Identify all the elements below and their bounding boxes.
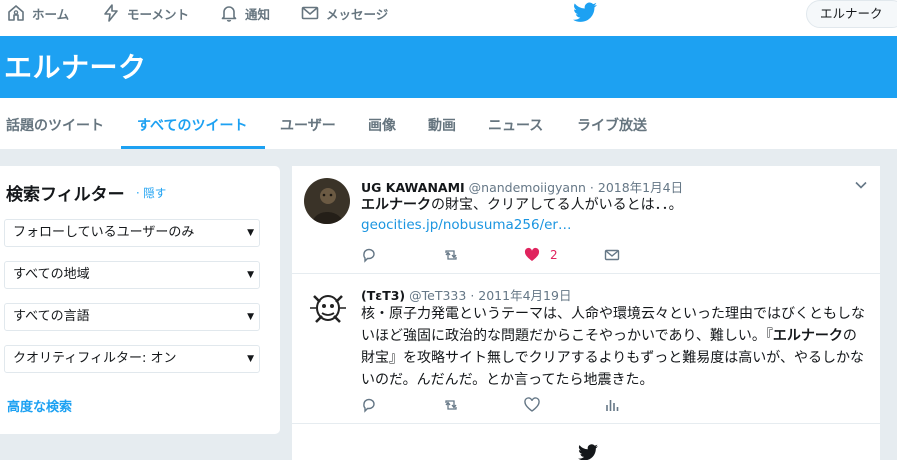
retweet-button[interactable] [443,397,459,413]
advanced-search-link[interactable]: 高度な検索 [7,396,72,415]
like-button[interactable] [524,397,540,413]
tweet-text-part: の [842,328,857,344]
caret-down-icon: ▼ [247,354,254,364]
search-banner: エルナーク [0,36,897,98]
page-title: エルナーク [4,51,147,84]
search-query-pill[interactable]: エルナーク [806,0,897,28]
twitter-bird-icon[interactable] [572,2,598,24]
tweet-date[interactable]: 2018年1月4日 [598,180,683,195]
twitter-bird-icon [578,444,598,460]
tweet-text: 核・原子力発電というテーマは、人命や環境云々といった理由ではびくともしな いほど… [361,303,867,391]
language-filter-select[interactable]: すべての言語 ▼ [4,303,260,331]
reply-icon [363,398,375,413]
envelope-icon [301,6,319,20]
chevron-down-icon[interactable] [854,178,868,192]
retweet-icon [445,250,457,260]
tweet-line: いほど強固に政治的な問題だからこそやっかいであり、難しい。『エルナークの [361,325,867,347]
tweet-item[interactable]: UG KAWANAMI @nandemoiigyann · 2018年1月4日 … [292,166,880,274]
tweet-author-name[interactable]: UG KAWANAMI [361,180,465,195]
tweet-author-name[interactable]: (TεT3) [361,288,405,303]
search-filter-panel: 検索フィルター · 隠す フォローしているユーザーのみ ▼ すべての地域 ▼ す… [0,166,280,434]
follow-filter-select[interactable]: フォローしているユーザーのみ ▼ [4,219,260,247]
tweet-actions: 2 [361,247,661,267]
tab-top-tweets[interactable]: 話題のツイート [6,115,104,135]
tab-all-tweets[interactable]: すべてのツイート [137,115,247,135]
tweet-actions [361,397,661,417]
tweet-timeline: UG KAWANAMI @nandemoiigyann · 2018年1月4日 … [292,166,880,460]
reply-button[interactable] [361,247,377,263]
nav-notifications-label: 通知 [245,6,271,22]
tweet-item[interactable]: (TεT3) @TeT333 · 2011年4月19日 核・原子力発電というテー… [292,274,880,424]
nav-home[interactable]: ホーム [6,0,69,26]
retweet-icon [445,400,457,410]
tweet-keyword: エルナーク [361,197,431,213]
tweet-line: 財宝』を攻略サイト無しでクリアするよりもずっと難易度は高いが、やるしかな [361,350,865,366]
nav-moments-label: モーメント [127,6,190,22]
nav-notifications[interactable]: 通知 [219,0,270,26]
separator-dot: · [589,180,594,195]
top-navigation: ホーム モーメント 通知 メッセージ エルナーク [0,0,897,36]
separator-dot: · [470,288,475,303]
caret-down-icon: ▼ [247,312,254,322]
caret-down-icon: ▼ [247,270,254,280]
tab-users[interactable]: ユーザー [280,115,336,135]
nav-messages-label: メッセージ [326,6,389,22]
tweet-text: エルナークの財宝、クリアしてる人がいるとは．．。 [361,194,867,216]
quality-filter-select[interactable]: クオリティフィルター: オン ▼ [4,345,260,373]
tweet-line: 核・原子力発電というテーマは、人命や環境云々といった理由ではびくともしな [361,306,865,322]
select-value: フォローしているユーザーのみ [13,225,195,240]
filter-hide-link[interactable]: · 隠す [136,185,166,201]
tweet-author-handle[interactable]: @TeT333 [409,288,466,303]
tab-images[interactable]: 画像 [368,115,396,135]
nav-home-label: ホーム [32,6,70,22]
tweet-header: (TεT3) @TeT333 · 2011年4月19日 [361,285,571,304]
reply-button[interactable] [361,397,377,413]
avatar[interactable] [304,286,350,332]
nav-moments[interactable]: モーメント [101,0,189,26]
direct-message-button[interactable] [604,247,620,263]
heart-filled-icon [524,247,540,261]
active-tab-indicator [121,146,265,149]
tweet-text-part: いほど強固に政治的な問題だからこそやっかいであり、難しい。『 [361,328,773,344]
lightning-icon [104,4,118,22]
select-value: すべての言語 [13,309,90,324]
tweet-text-rest: の財宝、クリアしてる人がいるとは．．。 [431,197,683,213]
location-filter-select[interactable]: すべての地域 ▼ [4,261,260,289]
bell-icon [221,6,237,22]
filter-title: 検索フィルター [6,185,125,205]
tweet-keyword: エルナーク [772,328,843,344]
tab-live[interactable]: ライブ放送 [577,115,647,135]
caret-down-icon: ▼ [247,228,254,238]
analytics-button[interactable] [604,397,620,413]
bar-chart-icon [606,400,619,411]
select-value: すべての地域 [13,267,90,282]
select-value: クオリティフィルター: オン [13,351,177,366]
nav-messages[interactable]: メッセージ [300,0,388,26]
heart-outline-icon [524,397,540,412]
retweet-button[interactable] [443,247,459,263]
tab-news[interactable]: ニュース [488,115,543,135]
envelope-icon [604,249,620,261]
tweet-link[interactable]: geocities.jp/nobusuma256/er… [361,217,571,233]
tab-videos[interactable]: 動画 [428,115,456,135]
tweet-line: いのだ。んだんだ。とか言ってたら地震きた。 [361,372,654,388]
home-icon [8,5,24,21]
like-button[interactable]: 2 [524,247,558,263]
tweet-author-handle[interactable]: @nandemoiigyann [469,180,586,195]
avatar[interactable] [304,178,350,224]
like-count: 2 [550,248,558,262]
tweet-date[interactable]: 2011年4月19日 [478,288,571,303]
search-tabs: 話題のツイート すべてのツイート ユーザー 画像 動画 ニュース ライブ放送 [0,98,897,150]
reply-icon [363,248,375,263]
